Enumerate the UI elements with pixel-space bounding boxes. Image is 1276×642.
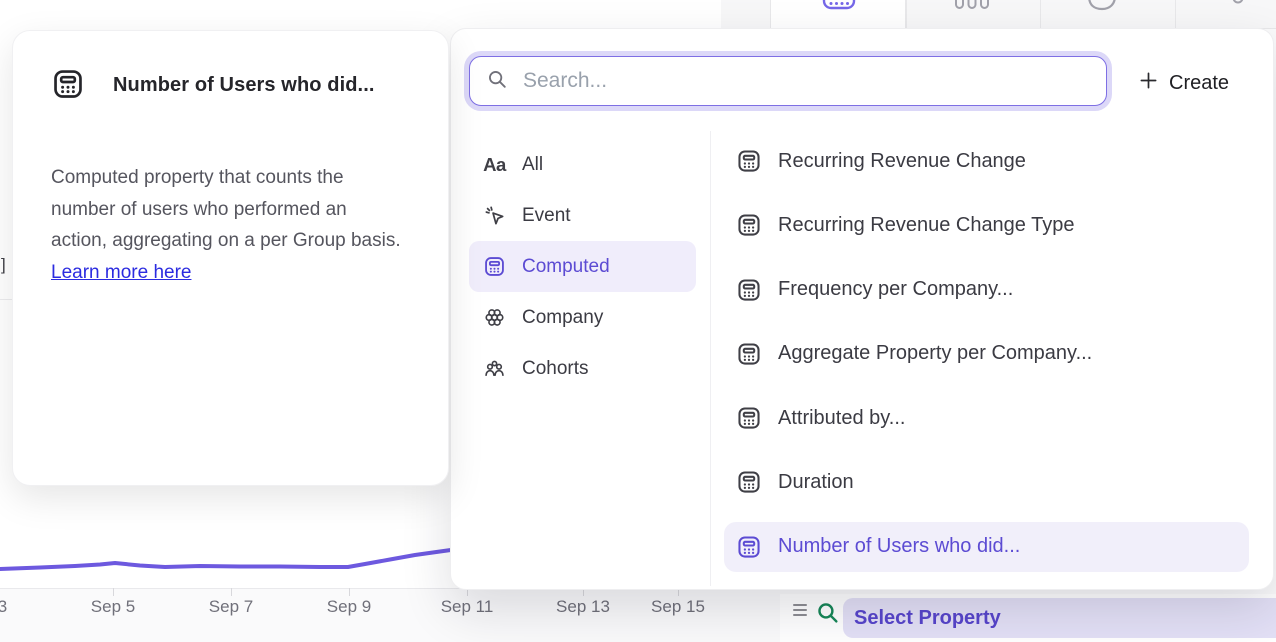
- calculator-icon: [51, 67, 85, 101]
- category-list: Aa All Event: [469, 139, 696, 394]
- learn-more-link[interactable]: Learn more here: [51, 262, 191, 283]
- category-label: Event: [522, 205, 571, 227]
- occluded-divider: [0, 299, 12, 300]
- axis-label-sep7: Sep 7: [209, 597, 253, 617]
- property-row-frequency-per-company[interactable]: Frequency per Company...: [724, 265, 1249, 315]
- property-label: Duration: [778, 471, 854, 494]
- search-field[interactable]: [469, 56, 1107, 106]
- event-cursor-icon: [483, 204, 506, 227]
- select-property-label: Select Property: [854, 607, 1001, 630]
- axis-label-sep13: Sep 13: [556, 597, 610, 617]
- search-icon: [815, 600, 840, 630]
- property-label: Attributed by...: [778, 407, 905, 430]
- property-list: Recurring Revenue Change Recurring Reven…: [724, 136, 1249, 572]
- search-icon: [486, 68, 508, 95]
- view-tab-bar: [721, 0, 1276, 29]
- company-icon: [483, 306, 506, 329]
- tooltip-title: Number of Users who did...: [113, 74, 375, 97]
- category-company[interactable]: Company: [469, 292, 696, 343]
- cohorts-icon: [483, 357, 506, 380]
- axis-tick: [113, 588, 114, 596]
- property-tooltip-card: Number of Users who did... Computed prop…: [12, 30, 449, 486]
- tab-computed-active[interactable]: [770, 0, 907, 28]
- panel-divider: [710, 131, 711, 586]
- aa-icon: Aa: [483, 153, 506, 176]
- axis-label-sep3: Sep 3: [0, 597, 7, 617]
- axis-tick: [349, 588, 350, 596]
- axis-label-sep11: Sep 11: [441, 597, 494, 617]
- create-label: Create: [1169, 72, 1229, 95]
- calculator-icon: [736, 277, 762, 303]
- category-event[interactable]: Event: [469, 190, 696, 241]
- calculator-icon: [736, 405, 762, 431]
- drag-handle-icon[interactable]: [793, 604, 807, 616]
- property-label: Aggregate Property per Company...: [778, 342, 1092, 365]
- search-input[interactable]: [521, 68, 1106, 94]
- funnel-icon[interactable]: [1232, 0, 1244, 11]
- property-row-number-of-users-who-did[interactable]: Number of Users who did...: [724, 522, 1249, 572]
- calculator-icon: [736, 148, 762, 174]
- category-label: Cohorts: [522, 358, 589, 380]
- category-label: All: [522, 154, 543, 176]
- tab-divider: [1175, 0, 1176, 28]
- plus-icon: [1139, 71, 1158, 96]
- property-label: Number of Users who did...: [778, 535, 1020, 558]
- bar-chart-icon[interactable]: [953, 0, 991, 11]
- property-label: Recurring Revenue Change Type: [778, 214, 1074, 237]
- category-label: Company: [522, 307, 603, 329]
- axis-tick: [231, 588, 232, 596]
- tooltip-description-text: Computed property that counts the number…: [51, 167, 401, 251]
- create-button[interactable]: Create: [1139, 69, 1229, 97]
- tooltip-description: Computed property that counts the number…: [51, 162, 403, 288]
- property-row-recurring-revenue-change-type[interactable]: Recurring Revenue Change Type: [724, 200, 1249, 250]
- property-row-duration[interactable]: Duration: [724, 457, 1249, 507]
- axis-label-sep5: Sep 5: [91, 597, 135, 617]
- axis-label-sep9: Sep 9: [327, 597, 371, 617]
- calculator-icon: [736, 469, 762, 495]
- category-computed[interactable]: Computed: [469, 241, 696, 292]
- property-row-recurring-revenue-change[interactable]: Recurring Revenue Change: [724, 136, 1249, 186]
- property-label: Recurring Revenue Change: [778, 150, 1026, 173]
- calculator-icon: [736, 212, 762, 238]
- tab-divider: [905, 0, 906, 28]
- category-all[interactable]: Aa All: [469, 139, 696, 190]
- property-label: Frequency per Company...: [778, 278, 1013, 301]
- category-cohorts[interactable]: Cohorts: [469, 343, 696, 394]
- calculator-icon: [822, 0, 856, 11]
- retention-curve-icon[interactable]: [1085, 0, 1119, 11]
- occluded-text-fragment: ]: [1, 255, 6, 275]
- line-chart: [0, 470, 460, 590]
- calculator-icon: [736, 341, 762, 367]
- property-picker-panel: Create Aa All Event: [450, 28, 1274, 590]
- tab-divider: [1040, 0, 1041, 28]
- calculator-icon: [483, 255, 506, 278]
- axis-label-sep15: Sep 15: [651, 597, 705, 617]
- category-label: Computed: [522, 256, 610, 278]
- select-property-field[interactable]: Select Property: [843, 598, 1276, 638]
- property-row-aggregate-property-per-company[interactable]: Aggregate Property per Company...: [724, 329, 1249, 379]
- property-row-attributed-by[interactable]: Attributed by...: [724, 393, 1249, 443]
- calculator-icon: [736, 534, 762, 560]
